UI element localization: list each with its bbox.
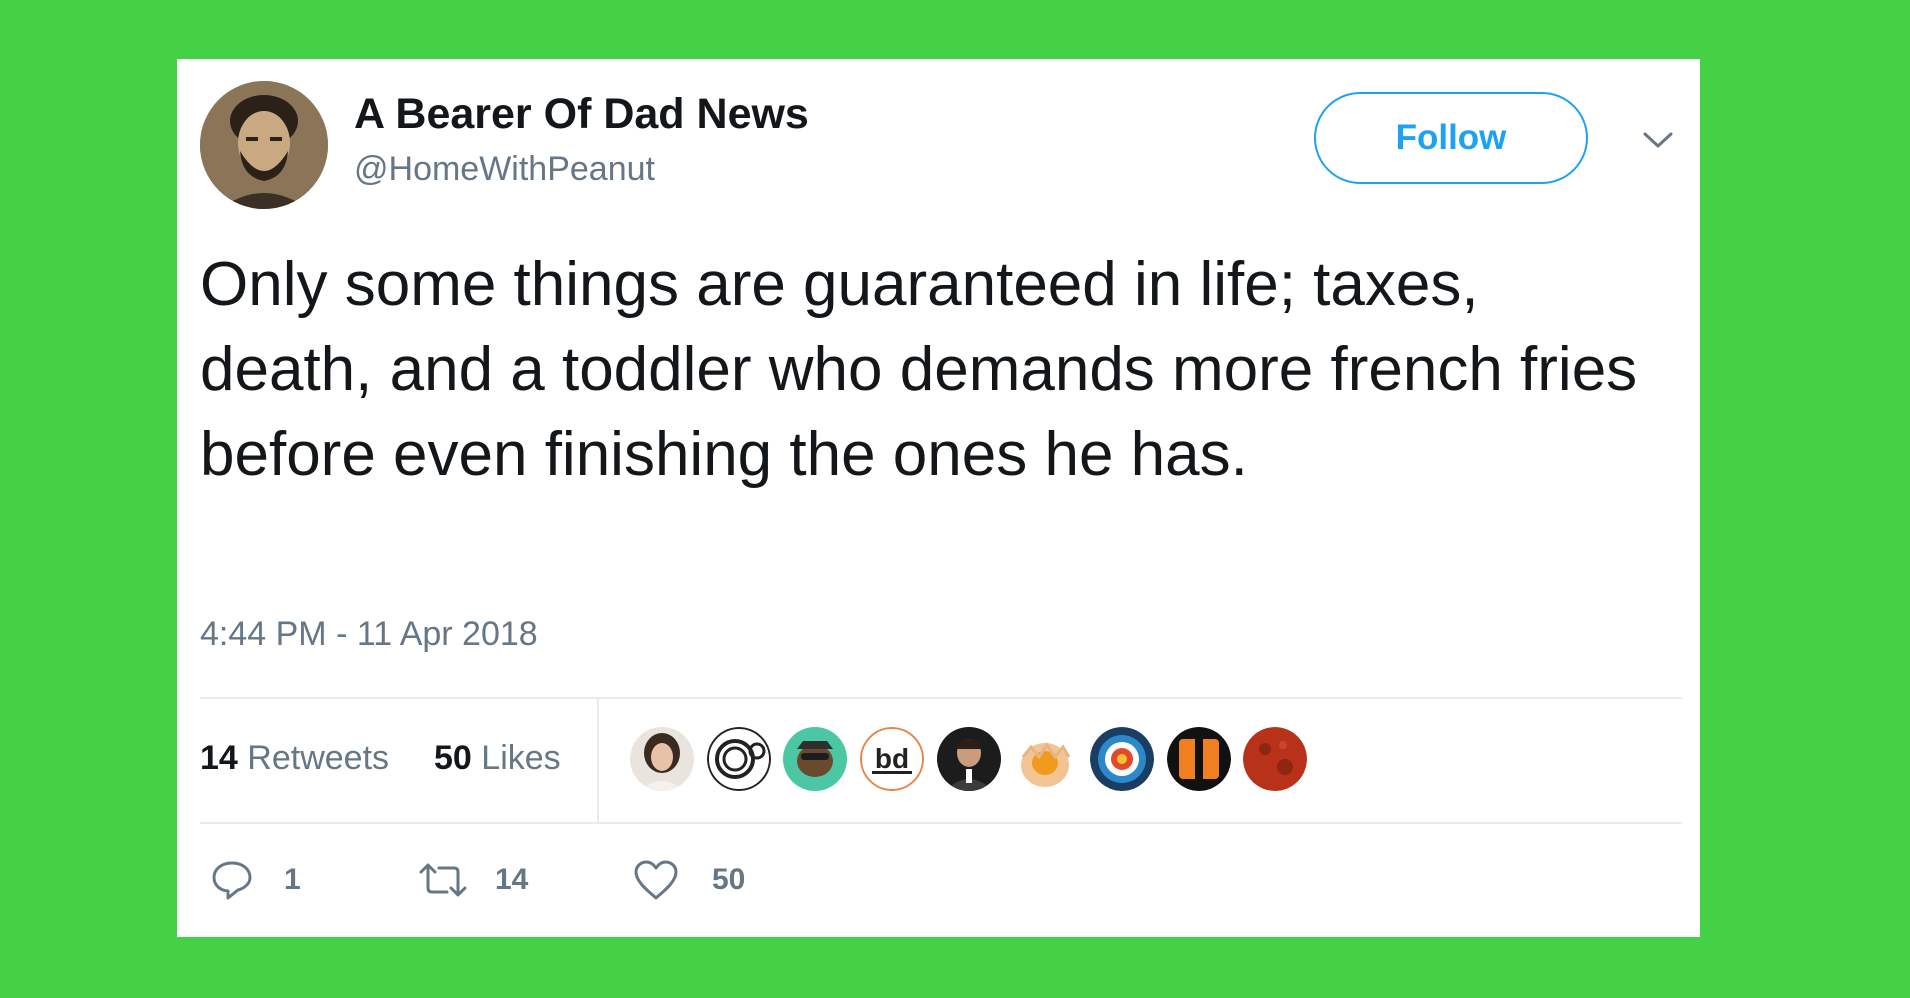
divider <box>200 697 1682 699</box>
heart-icon <box>634 860 678 900</box>
retweets-label: Retweets <box>247 739 390 777</box>
user-avatar[interactable] <box>200 81 328 209</box>
liker-avatar-man-dark[interactable] <box>937 727 1001 791</box>
svg-text:bd: bd <box>875 743 909 774</box>
liker-avatar-mono-logo[interactable] <box>707 727 771 791</box>
user-handle[interactable]: @HomeWithPeanut <box>354 149 655 189</box>
tweet-timestamp[interactable]: 4:44 PM - 11 Apr 2018 <box>200 614 538 654</box>
tweet-text: Only some things are guaranteed in life;… <box>200 250 1638 489</box>
like-count: 50 <box>712 863 746 896</box>
retweet-button[interactable]: 14 <box>417 856 567 904</box>
divider <box>200 822 1682 824</box>
retweets-count: 14 <box>200 739 238 777</box>
reply-count: 1 <box>284 863 301 896</box>
likes-count: 50 <box>434 739 472 777</box>
display-name[interactable]: A Bearer Of Dad News <box>354 89 809 139</box>
likes-label: Likes <box>481 739 561 777</box>
like-button[interactable]: 50 <box>632 856 782 904</box>
liker-avatar-green-cartoon[interactable] <box>783 727 847 791</box>
chevron-down-icon[interactable] <box>1637 124 1679 156</box>
liker-avatar-bd-logo[interactable]: bd <box>860 727 924 791</box>
liker-avatar-orange-slash[interactable] <box>1167 727 1231 791</box>
tweet-card: A Bearer Of Dad News @HomeWithPeanut Fol… <box>177 59 1700 937</box>
liker-avatar-egg[interactable] <box>1013 727 1077 791</box>
likes-stat[interactable]: 50 Likes <box>434 738 561 778</box>
liker-avatar-red-moon[interactable] <box>1243 727 1307 791</box>
retweets-stat[interactable]: 14 Retweets <box>200 738 389 778</box>
reply-icon <box>212 861 252 900</box>
liker-avatar-target[interactable] <box>1090 727 1154 791</box>
follow-button[interactable]: Follow <box>1314 92 1588 184</box>
retweet-count: 14 <box>495 863 529 896</box>
retweet-icon <box>419 863 467 897</box>
divider <box>597 699 599 822</box>
liker-avatar-woman[interactable] <box>630 727 694 791</box>
reply-button[interactable]: 1 <box>210 856 330 904</box>
